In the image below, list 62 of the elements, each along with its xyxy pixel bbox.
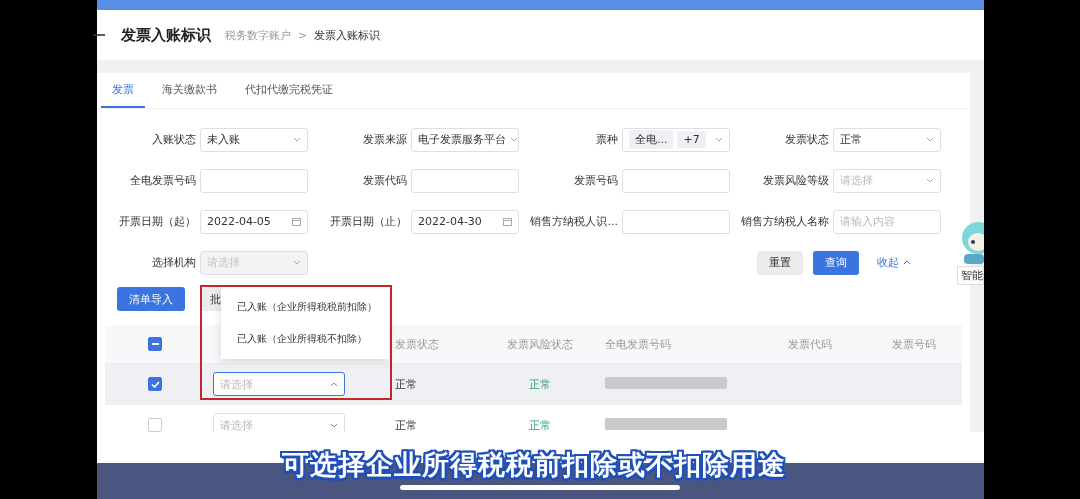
import-button[interactable]: 清单导入 xyxy=(117,287,185,311)
tab[interactable]: 代扣代缴完税凭证 xyxy=(234,73,344,108)
field-label: 选择机构 xyxy=(150,255,196,270)
column-header: 发票状态 xyxy=(395,336,440,352)
tag: 全电... xyxy=(628,130,674,149)
chevron-down-icon xyxy=(509,137,518,142)
multi-select-field[interactable]: 全电... +7 xyxy=(621,127,730,152)
dropdown-option[interactable]: 已入账（企业所得税不扣除） xyxy=(221,323,389,355)
chevron-down-icon xyxy=(293,260,301,265)
table-cell-text: 正常 xyxy=(395,376,418,392)
tab[interactable]: 发票 xyxy=(101,73,145,108)
input-field[interactable] xyxy=(621,209,730,234)
breadcrumb-separator: > xyxy=(298,28,308,42)
checkbox[interactable] xyxy=(148,377,162,391)
select-field[interactable]: 未入账 xyxy=(199,127,308,152)
query-button[interactable]: 查询 xyxy=(813,250,859,275)
column-header: 发票代码 xyxy=(787,336,833,352)
field-label: 入账状态 xyxy=(150,132,196,147)
home-indicator[interactable] xyxy=(400,485,680,490)
chevron-down-icon xyxy=(330,422,338,428)
input-field[interactable] xyxy=(621,168,730,193)
breadcrumb-item: 发票入账标识 xyxy=(314,27,381,43)
tag: +7 xyxy=(677,131,706,148)
field-label: 发票状态 xyxy=(783,132,829,147)
chevron-down-icon xyxy=(715,137,723,142)
select-field[interactable]: 正常 xyxy=(832,127,941,152)
tab[interactable]: 海关缴款书 xyxy=(151,73,228,108)
table-cell-text: 正常 xyxy=(395,417,418,432)
dropdown-option[interactable]: 已入账（企业所得税税前扣除） xyxy=(221,291,389,323)
column-header: 发票号码 xyxy=(890,336,937,352)
chevron-up-icon[interactable] xyxy=(903,260,911,265)
column-header: 发票风险状态 xyxy=(506,336,574,352)
page-title: 发票入账标识 xyxy=(121,25,211,45)
field-label: 发票来源 xyxy=(361,132,407,147)
field-label: 发票风险等级 xyxy=(761,173,829,188)
field-label: 销售方纳税人名称 xyxy=(739,214,829,229)
field-label: 票种 xyxy=(594,132,618,147)
calendar-icon xyxy=(503,217,512,226)
collapse-link[interactable]: 收起 xyxy=(877,255,899,270)
chevron-up-icon xyxy=(330,381,338,387)
chevron-down-icon xyxy=(926,137,934,142)
field-label: 全电发票号码 xyxy=(128,173,196,188)
field-label: 开票日期（止） xyxy=(328,214,407,229)
field-label: 销售方纳税人识... xyxy=(529,214,618,229)
select-field[interactable]: 电子发票服务平台 xyxy=(410,127,519,152)
column-header: 全电发票号码 xyxy=(604,336,672,352)
field-label: 开票日期（起） xyxy=(117,214,196,229)
assistant-label[interactable]: 智能 xyxy=(957,266,984,285)
reset-button[interactable]: 重置 xyxy=(757,250,803,275)
date-field[interactable]: 2022-04-05 xyxy=(199,209,308,234)
chevron-down-icon xyxy=(926,178,934,183)
checkbox[interactable] xyxy=(148,418,162,432)
field-label: 发票代码 xyxy=(361,173,407,188)
table-cell-text: 正常 xyxy=(528,417,552,432)
input-field[interactable] xyxy=(410,168,519,193)
table-cell-text: 正常 xyxy=(528,376,552,392)
checkbox[interactable] xyxy=(148,337,162,351)
field-label: 发票号码 xyxy=(572,173,618,188)
input-field[interactable] xyxy=(199,168,308,193)
chevron-down-icon xyxy=(293,137,301,142)
date-field[interactable]: 2022-04-30 xyxy=(410,209,519,234)
calendar-icon xyxy=(292,217,301,226)
